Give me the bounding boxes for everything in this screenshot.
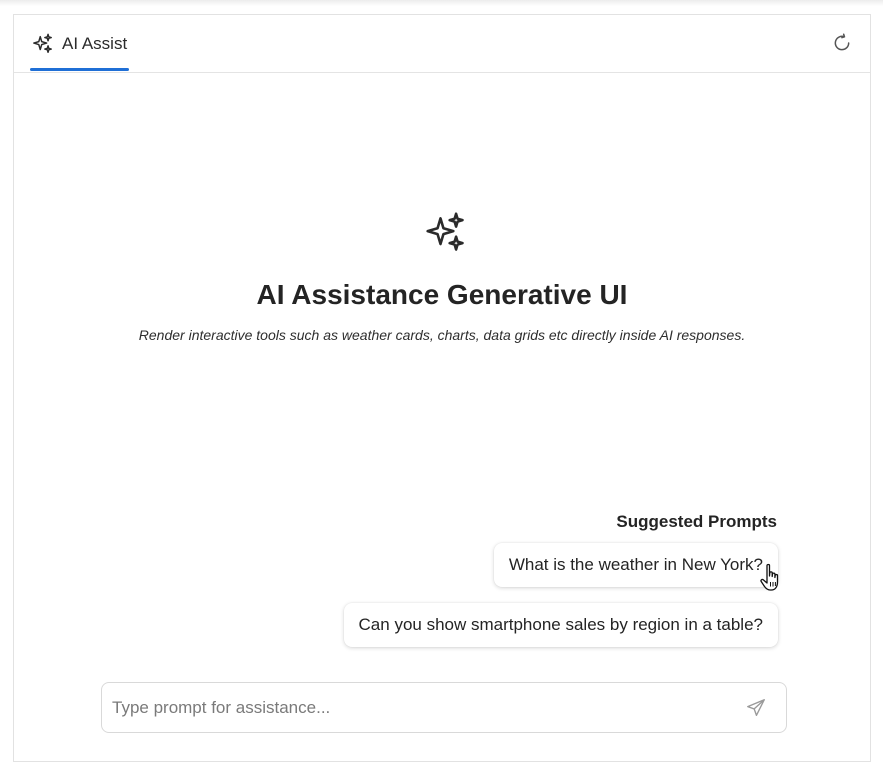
sparkles-icon [424,211,468,255]
panel-header: AI Assist [14,15,870,73]
send-button[interactable] [744,696,768,720]
tab-ai-assist[interactable]: AI Assist [30,15,128,72]
refresh-button[interactable] [830,31,854,55]
sparkles-icon [32,33,54,55]
active-tab-indicator [30,68,129,71]
page-title: AI Assistance Generative UI [256,279,628,310]
send-icon [745,697,767,719]
suggested-prompts-heading: Suggested Prompts [616,512,777,531]
prompt-composer [101,682,787,733]
suggested-prompt-sales-table[interactable]: Can you show smartphone sales by region … [343,603,778,647]
refresh-icon [832,33,852,53]
window-top-edge [0,0,883,6]
page-subtitle: Render interactive tools such as weather… [138,327,746,343]
ai-assist-panel: AI Assist AI Assistance Generative UI Re… [13,14,871,762]
tab-label: AI Assist [62,33,128,53]
suggested-prompt-weather[interactable]: What is the weather in New York? [493,543,778,587]
prompt-input[interactable] [112,683,732,732]
